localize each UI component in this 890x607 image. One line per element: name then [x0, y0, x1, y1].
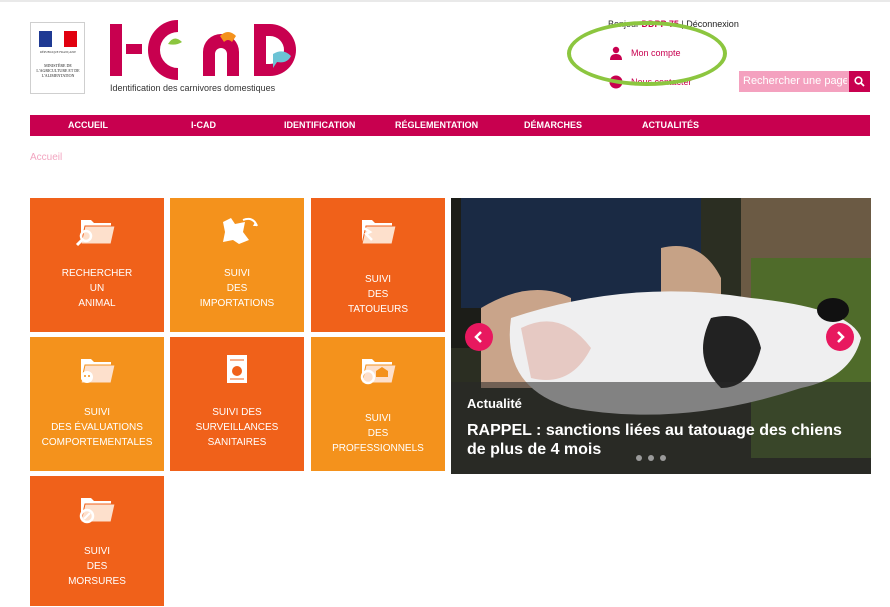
tile-label-line: SUIVI DES — [212, 407, 262, 418]
slider-dot[interactable] — [648, 455, 654, 461]
tile-label-line: MORSURES — [68, 576, 126, 587]
tile-label-line: DES — [367, 428, 389, 439]
folder-search-icon — [75, 220, 116, 247]
slider-dot[interactable] — [660, 455, 666, 461]
tile-imports[interactable]: SUIVI DES IMPORTATIONS — [170, 198, 304, 332]
ministry-logo[interactable]: RÉPUBLIQUE FRANÇAISE MINISTÈRE DE L'AGRI… — [30, 22, 85, 94]
slider-next-button[interactable] — [826, 323, 854, 351]
nav-demarches[interactable]: DÉMARCHES — [524, 115, 582, 136]
tile-label-line: COMPORTEMENTALES — [41, 437, 153, 448]
search-input[interactable] — [739, 71, 849, 92]
tile-search-animal[interactable]: RECHERCHER UN ANIMAL — [30, 198, 164, 332]
folder-behavior-icon — [80, 359, 116, 384]
tile-label-line: SURVEILLANCES — [195, 422, 279, 433]
tile-tattooers[interactable]: SUIVI DES TATOUEURS — [311, 198, 445, 332]
tile-label-line: RECHERCHER — [61, 268, 133, 279]
ministry-name: MINISTÈRE DE L'AGRICULTURE ET DE L'ALIME… — [36, 63, 80, 78]
breadcrumb[interactable]: Accueil — [30, 152, 62, 163]
icad-logo-letters — [110, 20, 296, 80]
nav-accueil[interactable]: ACCUEIL — [68, 115, 108, 136]
tile-bites[interactable]: SUIVI DES MORSURES — [30, 476, 164, 606]
tile-label-line: PROFESSIONNELS — [332, 443, 424, 454]
import-map-icon — [223, 217, 258, 244]
tile-label-line: DES — [86, 561, 108, 572]
health-document-icon — [227, 355, 247, 383]
french-flag-icon — [39, 31, 78, 47]
chevron-left-icon — [474, 331, 482, 343]
tile-label-line: UN — [89, 283, 105, 294]
tile-label-line: SUIVI — [83, 546, 111, 557]
nav-icad[interactable]: I-CAD — [191, 115, 216, 136]
folder-professional-icon — [360, 359, 397, 385]
tile-label-line: DES ÉVALUATIONS — [51, 422, 143, 433]
folder-bite-icon — [79, 498, 116, 524]
main-nav: ACCUEIL I-CAD IDENTIFICATION RÉGLEMENTAT… — [30, 115, 870, 136]
site-tagline: Identification des carnivores domestique… — [110, 83, 276, 93]
nav-identification[interactable]: IDENTIFICATION — [284, 115, 355, 136]
folder-tattoo-icon — [361, 220, 397, 245]
slide-title[interactable]: RAPPEL : sanctions liées au tatouage des… — [467, 421, 847, 459]
tile-label-line: SUIVI — [364, 413, 392, 424]
tile-label-line: TATOUEURS — [347, 304, 408, 315]
slider-prev-button[interactable] — [465, 323, 493, 351]
nav-actualites[interactable]: ACTUALITÉS — [642, 115, 699, 136]
slider-dot[interactable] — [636, 455, 642, 461]
tile-behavioral-evaluations[interactable]: SUIVI DES ÉVALUATIONS COMPORTEMENTALES — [30, 337, 164, 471]
tile-label-line: DES — [367, 289, 389, 300]
tile-health-surveillance[interactable]: SUIVI DES SURVEILLANCES SANITAIRES — [170, 337, 304, 471]
republic-label: RÉPUBLIQUE FRANÇAISE — [39, 50, 77, 54]
slider-dots — [636, 455, 672, 461]
search-button[interactable] — [849, 71, 870, 92]
annotation-circle — [567, 21, 727, 86]
tile-label-line: SUIVI — [223, 268, 251, 279]
icad-logo[interactable] — [108, 14, 318, 84]
tile-professionals[interactable]: SUIVI DES PROFESSIONNELS — [311, 337, 445, 471]
tile-label-line: SUIVI — [83, 407, 111, 418]
top-border — [0, 0, 890, 2]
slide-tag: Actualité — [467, 396, 522, 411]
nav-reglementation[interactable]: RÉGLEMENTATION — [395, 115, 478, 136]
chevron-right-icon — [837, 331, 845, 343]
tile-label-line: IMPORTATIONS — [199, 298, 275, 309]
tile-label-line: ANIMAL — [78, 298, 116, 309]
tile-label-line: SUIVI — [364, 274, 392, 285]
tile-label-line: DES — [226, 283, 248, 294]
search-icon — [854, 76, 865, 87]
tile-label-line: SANITAIRES — [207, 437, 267, 448]
